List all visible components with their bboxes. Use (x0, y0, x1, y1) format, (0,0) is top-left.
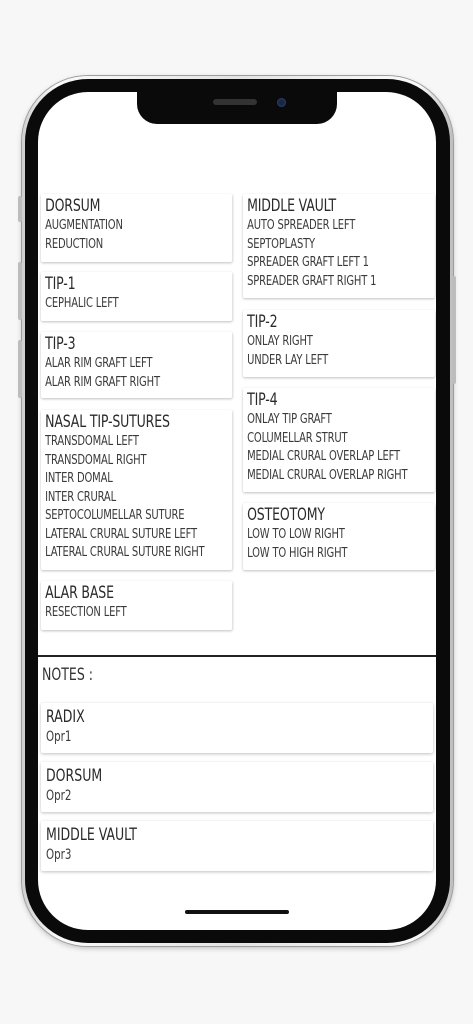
note-text: Opr2 (46, 788, 72, 804)
card-item: INTER CRURAL (45, 488, 116, 505)
card-item: TRANSDOMAL LEFT (45, 433, 139, 449)
volume-down-button (18, 340, 22, 398)
note-card-radix[interactable]: RADIX Opr1 (41, 703, 433, 753)
card-alar-base[interactable]: ALAR BASE RESECTION LEFT (41, 581, 233, 630)
card-item: ALAR RIM GRAFT RIGHT (45, 373, 160, 390)
app-screen: DORSUM AUGMENTATION REDUCTION TIP-1 CEPH… (38, 92, 436, 930)
card-title: DORSUM (45, 196, 101, 216)
card-item: MEDIAL CRURAL OVERLAP LEFT (247, 448, 400, 464)
card-tip-3[interactable]: TIP-3 ALAR RIM GRAFT LEFT ALAR RIM GRAFT… (41, 332, 233, 398)
card-title: NASAL TIP-SUTURES (45, 412, 170, 432)
card-tip-4[interactable]: TIP-4 ONLAY TIP GRAFT COLUMELLAR STRUT M… (243, 388, 435, 492)
card-item: SEPTOPLASTY (247, 235, 315, 252)
note-text: Opr1 (46, 729, 72, 745)
card-item: COLUMELLAR STRUT (247, 429, 348, 446)
note-title: RADIX (46, 707, 85, 727)
card-item: INTER DOMAL (45, 470, 113, 486)
card-item: TRANSDOMAL RIGHT (45, 451, 147, 468)
note-title: DORSUM (46, 766, 103, 786)
card-item: ONLAY TIP GRAFT (247, 411, 332, 427)
note-text: Opr3 (46, 847, 72, 863)
card-item: LOW TO LOW RIGHT (247, 526, 345, 542)
notch (137, 92, 337, 124)
power-button (452, 276, 456, 384)
card-item: SPREADER GRAFT RIGHT 1 (247, 272, 377, 289)
card-item: RESECTION LEFT (45, 604, 127, 620)
volume-up-button (18, 262, 22, 320)
card-item: REDUCTION (45, 235, 104, 252)
card-item: UNDER LAY LEFT (247, 351, 329, 368)
card-title: TIP-4 (247, 390, 278, 410)
card-item: MEDIAL CRURAL OVERLAP RIGHT (247, 466, 408, 483)
card-item: AUGMENTATION (45, 217, 123, 233)
card-title: TIP-2 (247, 312, 278, 332)
card-title: ALAR BASE (45, 583, 114, 603)
card-tip-2[interactable]: TIP-2 ONLAY RIGHT UNDER LAY LEFT (243, 310, 435, 377)
card-title: TIP-1 (45, 274, 76, 294)
speaker-grille (213, 99, 257, 105)
silent-switch (18, 196, 22, 222)
front-camera-icon (277, 98, 286, 107)
section-divider (38, 655, 436, 657)
card-title: TIP-3 (45, 334, 76, 354)
card-item: LOW TO HIGH RIGHT (247, 544, 348, 561)
note-card-middle-vault[interactable]: MIDDLE VAULT Opr3 (41, 821, 433, 871)
note-title: MIDDLE VAULT (46, 825, 137, 845)
card-item: SEPTOCOLUMELLAR SUTURE (45, 507, 185, 523)
note-card-dorsum[interactable]: DORSUM Opr2 (41, 762, 433, 812)
home-indicator[interactable] (185, 910, 289, 914)
card-item: ALAR RIM GRAFT LEFT (45, 355, 153, 371)
card-item: CEPHALIC LEFT (45, 295, 119, 311)
card-osteotomy[interactable]: OSTEOTOMY LOW TO LOW RIGHT LOW TO HIGH R… (243, 503, 435, 570)
card-title: MIDDLE VAULT (247, 196, 337, 216)
card-item: AUTO SPREADER LEFT (247, 217, 356, 233)
notes-label: NOTES : (42, 665, 94, 685)
card-item: SPREADER GRAFT LEFT 1 (247, 254, 369, 270)
card-item: LATERAL CRURAL SUTURE RIGHT (45, 544, 205, 560)
card-item: ONLAY RIGHT (247, 333, 313, 349)
card-middle-vault[interactable]: MIDDLE VAULT AUTO SPREADER LEFT SEPTOPLA… (243, 194, 435, 298)
card-dorsum[interactable]: DORSUM AUGMENTATION REDUCTION (41, 194, 233, 262)
card-item: LATERAL CRURAL SUTURE LEFT (45, 525, 197, 542)
card-tip-1[interactable]: TIP-1 CEPHALIC LEFT (41, 272, 233, 321)
card-nasal-tip-sutures[interactable]: NASAL TIP-SUTURES TRANSDOMAL LEFT TRANSD… (41, 410, 233, 570)
card-title: OSTEOTOMY (247, 505, 325, 525)
